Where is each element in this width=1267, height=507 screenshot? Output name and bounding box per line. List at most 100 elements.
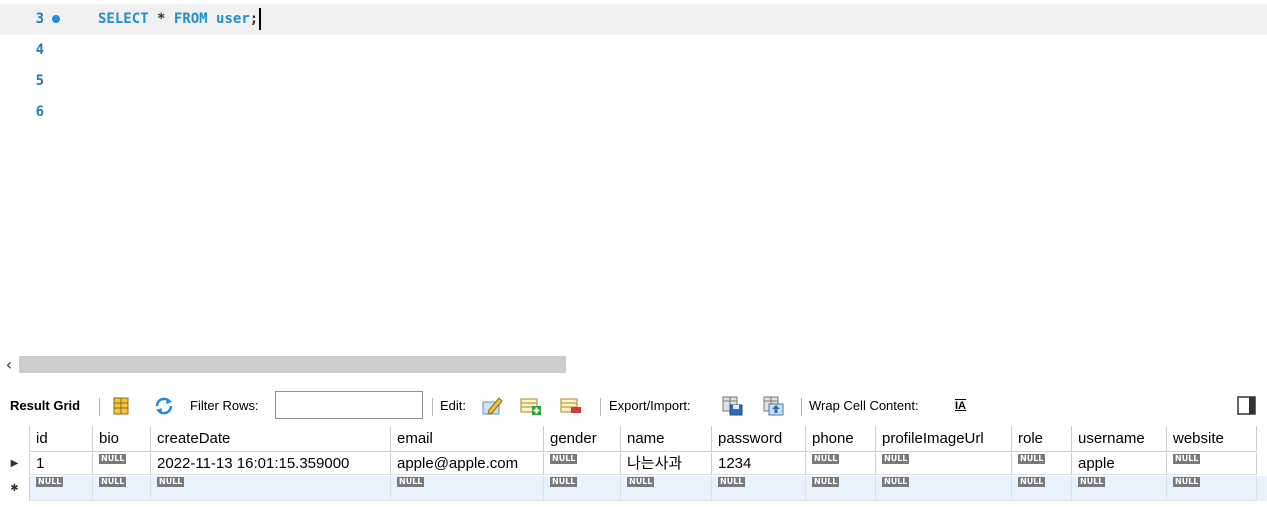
toolbar-divider bbox=[600, 398, 601, 416]
cell-value: 1234 bbox=[718, 455, 752, 472]
column-header-createdate[interactable]: createDate bbox=[151, 426, 391, 452]
sql-keyword: FROM bbox=[173, 11, 208, 27]
new-cell-profileimageurl[interactable]: NULL bbox=[876, 476, 1012, 501]
new-cell-password[interactable]: NULL bbox=[712, 476, 806, 501]
editor-line-3[interactable]: 3 SELECT * FROM user; bbox=[0, 4, 1267, 35]
export-icon[interactable] bbox=[721, 396, 743, 416]
column-header-password[interactable]: password bbox=[712, 426, 806, 452]
cell-createdate[interactable]: 2022-11-13 16:01:15.359000 bbox=[151, 453, 391, 475]
cell-name[interactable]: 나는사과 bbox=[621, 453, 712, 475]
edit-label: Edit: bbox=[440, 398, 467, 413]
null-badge: NULL bbox=[627, 477, 655, 487]
result-grid[interactable]: id bio createDate email gender name pass… bbox=[0, 426, 1267, 507]
null-badge: NULL bbox=[1173, 477, 1201, 487]
delete-row-icon[interactable] bbox=[560, 396, 582, 416]
sql-keyword: SELECT bbox=[98, 11, 149, 27]
null-badge: NULL bbox=[1173, 454, 1201, 464]
cell-value: apple bbox=[1078, 455, 1115, 472]
null-badge: NULL bbox=[36, 477, 64, 487]
edit-cell-icon[interactable] bbox=[481, 396, 503, 416]
null-badge: NULL bbox=[812, 477, 840, 487]
line-number: 5 bbox=[35, 73, 44, 89]
null-badge: NULL bbox=[397, 477, 425, 487]
new-cell-phone[interactable]: NULL bbox=[806, 476, 876, 501]
cell-profileimageurl[interactable]: NULL bbox=[876, 453, 1012, 475]
new-row-marker[interactable]: ✱ bbox=[0, 476, 30, 501]
text-caret bbox=[259, 8, 262, 30]
new-cell-email[interactable]: NULL bbox=[391, 476, 544, 501]
cell-password[interactable]: 1234 bbox=[712, 453, 806, 475]
null-badge: NULL bbox=[812, 454, 840, 464]
null-badge: NULL bbox=[99, 454, 127, 464]
editor-line-4[interactable]: 4 bbox=[0, 35, 1267, 66]
column-header-profileimageurl[interactable]: profileImageUrl bbox=[876, 426, 1012, 452]
null-badge: NULL bbox=[1078, 477, 1106, 487]
new-cell-gender[interactable]: NULL bbox=[544, 476, 621, 501]
new-row[interactable]: ✱ NULL NULL NULL NULL NULL NULL NULL NUL… bbox=[0, 476, 1267, 501]
column-header-username[interactable]: username bbox=[1072, 426, 1167, 452]
sql-statement[interactable]: SELECT * FROM user; bbox=[98, 4, 262, 35]
toggle-panel-icon[interactable] bbox=[1236, 396, 1258, 416]
null-badge: NULL bbox=[157, 477, 185, 487]
column-header-email[interactable]: email bbox=[391, 426, 544, 452]
line-number: 6 bbox=[35, 104, 44, 120]
cell-email[interactable]: apple@apple.com bbox=[391, 453, 544, 475]
column-header-phone[interactable]: phone bbox=[806, 426, 876, 452]
new-cell-id[interactable]: NULL bbox=[30, 476, 93, 501]
editor-line-6[interactable]: 6 bbox=[0, 97, 1267, 128]
cell-value: 2022-11-13 16:01:15.359000 bbox=[157, 455, 350, 472]
horizontal-scrollbar[interactable]: ‹ bbox=[0, 354, 1267, 376]
table-row[interactable]: ▶ 1 NULL 2022-11-13 16:01:15.359000 appl… bbox=[0, 453, 1267, 475]
filter-rows-label: Filter Rows: bbox=[190, 398, 259, 413]
sql-table-name: user bbox=[216, 11, 250, 27]
import-icon[interactable] bbox=[762, 396, 784, 416]
export-import-label: Export/Import: bbox=[609, 398, 691, 413]
current-row-marker[interactable]: ▶ bbox=[0, 453, 30, 475]
scroll-left-icon[interactable]: ‹ bbox=[2, 354, 16, 376]
cell-value: 나는사과 bbox=[627, 455, 683, 472]
column-header-role[interactable]: role bbox=[1012, 426, 1072, 452]
cell-website[interactable]: NULL bbox=[1167, 453, 1257, 475]
wrap-cell-content-label: Wrap Cell Content: bbox=[809, 398, 919, 413]
wrap-cell-icon[interactable]: IA bbox=[955, 388, 966, 424]
new-cell-createdate[interactable]: NULL bbox=[151, 476, 391, 501]
form-editor-icon[interactable] bbox=[110, 396, 132, 416]
cell-username[interactable]: apple bbox=[1072, 453, 1167, 475]
cell-value: apple@apple.com bbox=[397, 455, 519, 472]
line-number: 3 bbox=[35, 11, 44, 27]
toolbar-divider bbox=[432, 398, 433, 416]
toolbar-divider bbox=[99, 398, 100, 416]
new-cell-username[interactable]: NULL bbox=[1072, 476, 1167, 501]
sql-star: * bbox=[157, 11, 166, 27]
null-badge: NULL bbox=[99, 477, 127, 487]
result-grid-tab[interactable]: Result Grid bbox=[10, 388, 80, 424]
scrollbar-thumb[interactable] bbox=[19, 356, 566, 373]
null-badge: NULL bbox=[882, 454, 910, 464]
column-header-bio[interactable]: bio bbox=[93, 426, 151, 452]
cell-gender[interactable]: NULL bbox=[544, 453, 621, 475]
new-cell-name[interactable]: NULL bbox=[621, 476, 712, 501]
cell-bio[interactable]: NULL bbox=[93, 453, 151, 475]
column-header-name[interactable]: name bbox=[621, 426, 712, 452]
editor-line-5[interactable]: 5 bbox=[0, 66, 1267, 97]
new-cell-website[interactable]: NULL bbox=[1167, 476, 1257, 501]
line-number: 4 bbox=[35, 42, 44, 58]
sql-editor[interactable]: 3 SELECT * FROM user; 4 5 6 bbox=[0, 0, 1267, 352]
null-badge: NULL bbox=[882, 477, 910, 487]
sql-terminator: ; bbox=[249, 11, 259, 27]
new-cell-role[interactable]: NULL bbox=[1012, 476, 1072, 501]
column-header-website[interactable]: website bbox=[1167, 426, 1257, 452]
cell-phone[interactable]: NULL bbox=[806, 453, 876, 475]
refresh-icon[interactable] bbox=[153, 396, 175, 416]
execution-dot-icon bbox=[52, 15, 60, 23]
cell-role[interactable]: NULL bbox=[1012, 453, 1072, 475]
new-cell-bio[interactable]: NULL bbox=[93, 476, 151, 501]
null-badge: NULL bbox=[1018, 454, 1046, 464]
cell-value: 1 bbox=[36, 455, 45, 472]
filter-rows-input[interactable] bbox=[275, 391, 423, 419]
column-header-gender[interactable]: gender bbox=[544, 426, 621, 452]
column-header-id[interactable]: id bbox=[30, 426, 93, 452]
toolbar-divider bbox=[801, 398, 802, 416]
cell-id[interactable]: 1 bbox=[30, 453, 93, 475]
add-row-icon[interactable] bbox=[520, 396, 542, 416]
